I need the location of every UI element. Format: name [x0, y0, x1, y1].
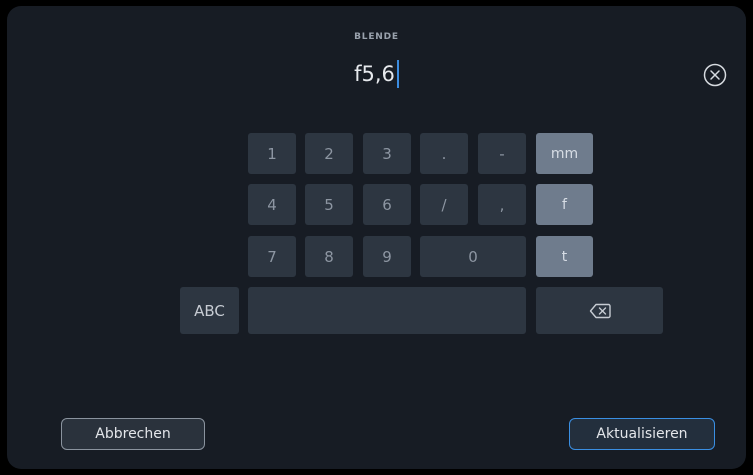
cancel-button[interactable]: Abbrechen — [61, 418, 205, 450]
key-5[interactable]: 5 — [305, 184, 353, 225]
key-1[interactable]: 1 — [248, 133, 296, 174]
close-circle-icon — [703, 63, 727, 87]
key-6[interactable]: 6 — [363, 184, 411, 225]
value-text: f5,6 — [354, 62, 395, 86]
backspace-icon — [589, 303, 611, 318]
value-input[interactable]: f5,6 — [7, 60, 746, 88]
key-3[interactable]: 3 — [363, 133, 411, 174]
update-button[interactable]: Aktualisieren — [569, 418, 715, 450]
key-minus[interactable]: - — [478, 133, 526, 174]
key-mm[interactable]: mm — [536, 133, 593, 174]
key-2[interactable]: 2 — [305, 133, 353, 174]
key-f[interactable]: f — [536, 184, 593, 225]
text-caret — [396, 60, 399, 88]
abc-button[interactable]: ABC — [180, 287, 239, 334]
key-period[interactable]: . — [420, 133, 468, 174]
key-0[interactable]: 0 — [420, 236, 526, 277]
space-key[interactable] — [248, 287, 526, 334]
key-8[interactable]: 8 — [305, 236, 353, 277]
clear-input-button[interactable] — [703, 63, 727, 87]
key-slash[interactable]: / — [420, 184, 468, 225]
keyboard-screen: BLENDE f5,6 1 2 3 . - mm 4 5 6 / , f 7 8… — [7, 6, 746, 469]
backspace-key[interactable] — [536, 287, 663, 334]
key-4[interactable]: 4 — [248, 184, 296, 225]
key-9[interactable]: 9 — [363, 236, 411, 277]
key-comma[interactable]: , — [478, 184, 526, 225]
field-label: BLENDE — [354, 32, 399, 42]
key-t[interactable]: t — [536, 236, 593, 277]
key-7[interactable]: 7 — [248, 236, 296, 277]
